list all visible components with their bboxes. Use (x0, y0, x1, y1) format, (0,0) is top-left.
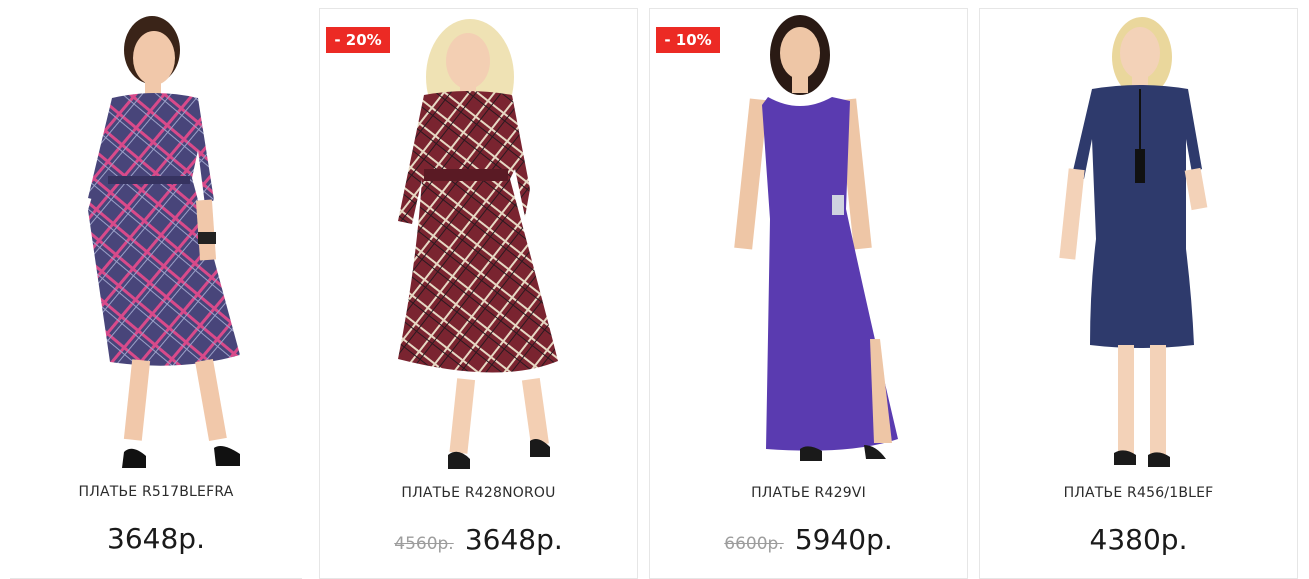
price-row: 4380р. (980, 523, 1297, 556)
product-card[interactable]: - 20% ПЛАТЬЕ R428NOROU 4560р. 3648р. (319, 8, 638, 579)
product-name[interactable]: ПЛАТЬЕ R429VI (650, 485, 967, 501)
product-image[interactable] (320, 9, 637, 484)
discount-badge: - 10% (656, 27, 720, 53)
old-price: 4560р. (394, 534, 454, 554)
price-row: 4560р. 3648р. (320, 523, 637, 556)
product-name[interactable]: ПЛАТЬЕ R517BLEFRA (0, 484, 312, 500)
product-card[interactable]: ПЛАТЬЕ R517BLEFRA 3648р. (0, 0, 312, 579)
product-image[interactable] (0, 0, 312, 475)
product-price: 3648р. (107, 522, 205, 555)
product-name[interactable]: ПЛАТЬЕ R456/1BLEF (980, 485, 1297, 501)
discount-badge: - 20% (326, 27, 390, 53)
product-price: 5940р. (794, 523, 893, 556)
product-card[interactable]: ПЛАТЬЕ R456/1BLEF 4380р. (979, 8, 1298, 579)
product-card[interactable]: - 10% ПЛАТЬЕ R429VI 6600р. 5940р. (649, 8, 968, 579)
product-image[interactable] (650, 9, 967, 484)
old-price: 6600р. (724, 534, 784, 554)
price-row: 6600р. 5940р. (650, 523, 967, 556)
product-image[interactable] (980, 9, 1297, 484)
product-price: 3648р. (464, 523, 563, 556)
product-price: 4380р. (1089, 523, 1188, 556)
product-name[interactable]: ПЛАТЬЕ R428NOROU (320, 485, 637, 501)
price-row: 3648р. (0, 522, 312, 555)
product-grid: ПЛАТЬЕ R517BLEFRA 3648р. - 20% ПЛАТЬЕ R4… (0, 0, 1309, 579)
